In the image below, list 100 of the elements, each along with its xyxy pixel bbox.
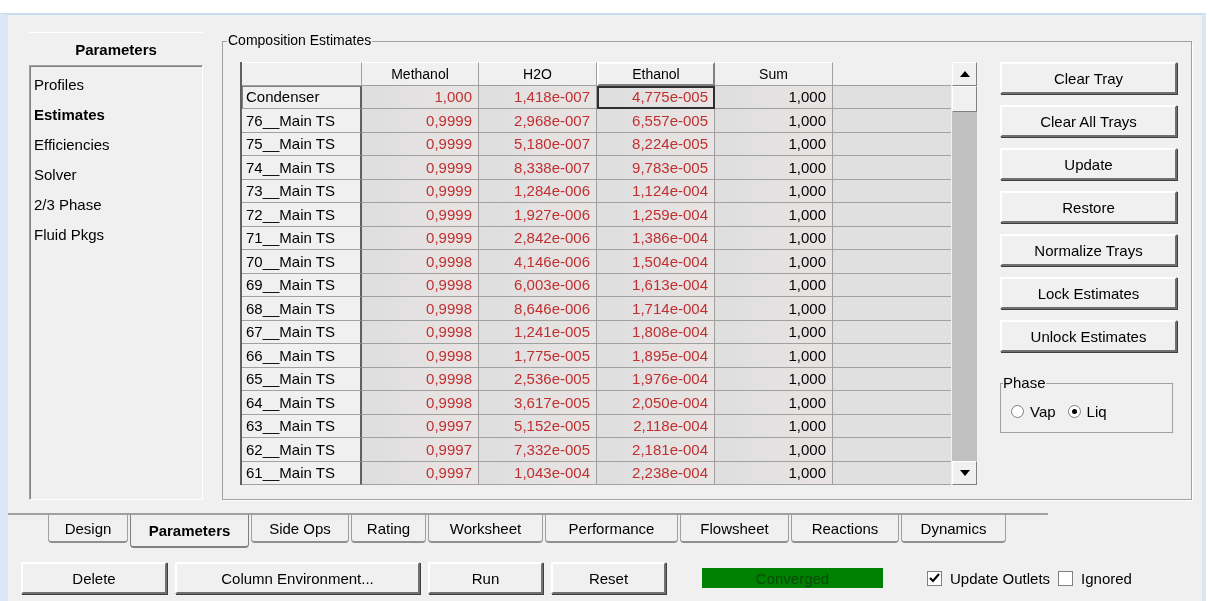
column-header[interactable]: H2O [479,62,597,86]
row-header[interactable]: 68__Main TS [242,297,362,321]
table-cell[interactable]: 1,000 [715,367,833,391]
tab[interactable]: Worksheet [428,515,543,543]
table-cell[interactable]: 1,000 [715,391,833,415]
table-cell[interactable]: 1,000 [715,438,833,462]
table-cell[interactable]: 1,000 [715,226,833,250]
table-cell[interactable]: 2,536e-005 [479,367,597,391]
table-cell[interactable]: 1,043e-004 [479,461,597,485]
tab[interactable]: Flowsheet [680,515,789,543]
tab[interactable]: Dynamics [901,515,1006,543]
tab[interactable]: Design [48,515,128,543]
row-header[interactable]: 66__Main TS [242,344,362,368]
table-cell[interactable]: 1,927e-006 [479,203,597,227]
table-cell[interactable]: 5,180e-007 [479,132,597,156]
table-cell[interactable]: 0,9998 [362,250,479,274]
row-header[interactable]: 64__Main TS [242,391,362,415]
table-cell[interactable]: 1,284e-006 [479,179,597,203]
table-cell[interactable]: 1,000 [715,132,833,156]
table-cell[interactable]: 0,9999 [362,132,479,156]
table-cell[interactable]: 1,000 [715,85,833,109]
table-cell[interactable]: 1,000 [715,273,833,297]
table-cell[interactable]: 1,000 [715,179,833,203]
tab[interactable]: Rating [351,515,426,543]
checkbox[interactable] [1058,570,1074,586]
tab[interactable]: Parameters [130,515,249,548]
table-cell[interactable]: 1,259e-004 [597,203,715,227]
row-header[interactable]: 74__Main TS [242,156,362,180]
table-cell[interactable]: 1,000 [715,414,833,438]
table-cell[interactable]: 4,775e-005 [597,85,715,109]
table-cell[interactable]: 2,968e-007 [479,109,597,133]
row-header[interactable]: 61__Main TS [242,461,362,485]
radio-button[interactable] [1011,404,1024,418]
table-cell[interactable]: 2,842e-006 [479,226,597,250]
table-cell[interactable]: 1,000 [715,461,833,485]
scrollbar-thumb[interactable] [952,86,977,112]
footer-button[interactable]: Run [428,562,543,594]
table-cell[interactable]: 0,9998 [362,391,479,415]
table-cell[interactable]: 5,152e-005 [479,414,597,438]
table-cell[interactable]: 1,976e-004 [597,367,715,391]
footer-button[interactable]: Delete [21,562,167,594]
row-header[interactable]: 72__Main TS [242,203,362,227]
table-cell[interactable]: 1,000 [715,250,833,274]
table-cell[interactable]: 2,050e-004 [597,391,715,415]
table-cell[interactable]: 0,9999 [362,203,479,227]
row-header[interactable]: 65__Main TS [242,367,362,391]
table-cell[interactable]: 8,646e-006 [479,297,597,321]
table-cell[interactable]: 6,557e-005 [597,109,715,133]
row-header[interactable]: 73__Main TS [242,179,362,203]
table-cell[interactable]: 7,332e-005 [479,438,597,462]
action-button[interactable]: Lock Estimates [1000,277,1177,309]
action-button[interactable]: Update [1000,148,1177,180]
table-cell[interactable]: 1,000 [715,203,833,227]
row-header[interactable]: 76__Main TS [242,109,362,133]
sidebar-item[interactable]: 2/3 Phase [30,190,202,220]
action-button[interactable]: Restore [1000,191,1177,223]
table-cell[interactable]: 0,9997 [362,414,479,438]
action-button[interactable]: Clear Tray [1000,62,1177,94]
table-cell[interactable]: 8,338e-007 [479,156,597,180]
row-header[interactable]: Condenser [242,85,362,109]
radio-option[interactable]: Liq [1067,402,1107,420]
table-cell[interactable]: 0,9998 [362,273,479,297]
table-cell[interactable]: 0,9997 [362,438,479,462]
action-button[interactable]: Unlock Estimates [1000,320,1177,352]
action-button[interactable]: Normalize Trays [1000,234,1177,266]
footer-button[interactable]: Column Environment... [175,562,420,594]
radio-option[interactable]: Vap [1011,402,1056,420]
table-cell[interactable]: 1,714e-004 [597,297,715,321]
tab[interactable]: Performance [545,515,678,543]
column-header[interactable]: Sum [715,62,833,86]
row-header[interactable]: 63__Main TS [242,414,362,438]
table-cell[interactable]: 0,9998 [362,367,479,391]
table-cell[interactable]: 2,181e-004 [597,438,715,462]
table-cell[interactable]: 0,9998 [362,344,479,368]
table-cell[interactable]: 1,000 [715,109,833,133]
table-cell[interactable]: 0,9997 [362,461,479,485]
footer-button[interactable]: Reset [551,562,666,594]
table-cell[interactable]: 1,241e-005 [479,320,597,344]
action-button[interactable]: Clear All Trays [1000,105,1177,137]
table-cell[interactable]: 1,000 [715,320,833,344]
table-cell[interactable]: 0,9998 [362,320,479,344]
table-cell[interactable]: 0,9999 [362,156,479,180]
table-cell[interactable]: 1,124e-004 [597,179,715,203]
table-cell[interactable]: 1,895e-004 [597,344,715,368]
checkbox-option[interactable]: Update Outlets [927,569,1051,587]
table-cell[interactable]: 1,418e-007 [479,85,597,109]
row-header[interactable]: 70__Main TS [242,250,362,274]
table-cell[interactable]: 0,9998 [362,297,479,321]
sidebar-item[interactable]: Solver [30,160,202,190]
radio-button[interactable] [1067,404,1081,418]
table-cell[interactable]: 1,000 [715,156,833,180]
row-header[interactable]: 67__Main TS [242,320,362,344]
scroll-down-icon[interactable] [959,470,970,476]
table-cell[interactable]: 1,000 [715,344,833,368]
checkbox-option[interactable]: Ignored [1058,569,1132,587]
table-cell[interactable]: 1,613e-004 [597,273,715,297]
sidebar-item[interactable]: Fluid Pkgs [30,220,202,250]
row-header[interactable]: 71__Main TS [242,226,362,250]
tab[interactable]: Side Ops [251,515,349,543]
row-header[interactable]: 75__Main TS [242,132,362,156]
